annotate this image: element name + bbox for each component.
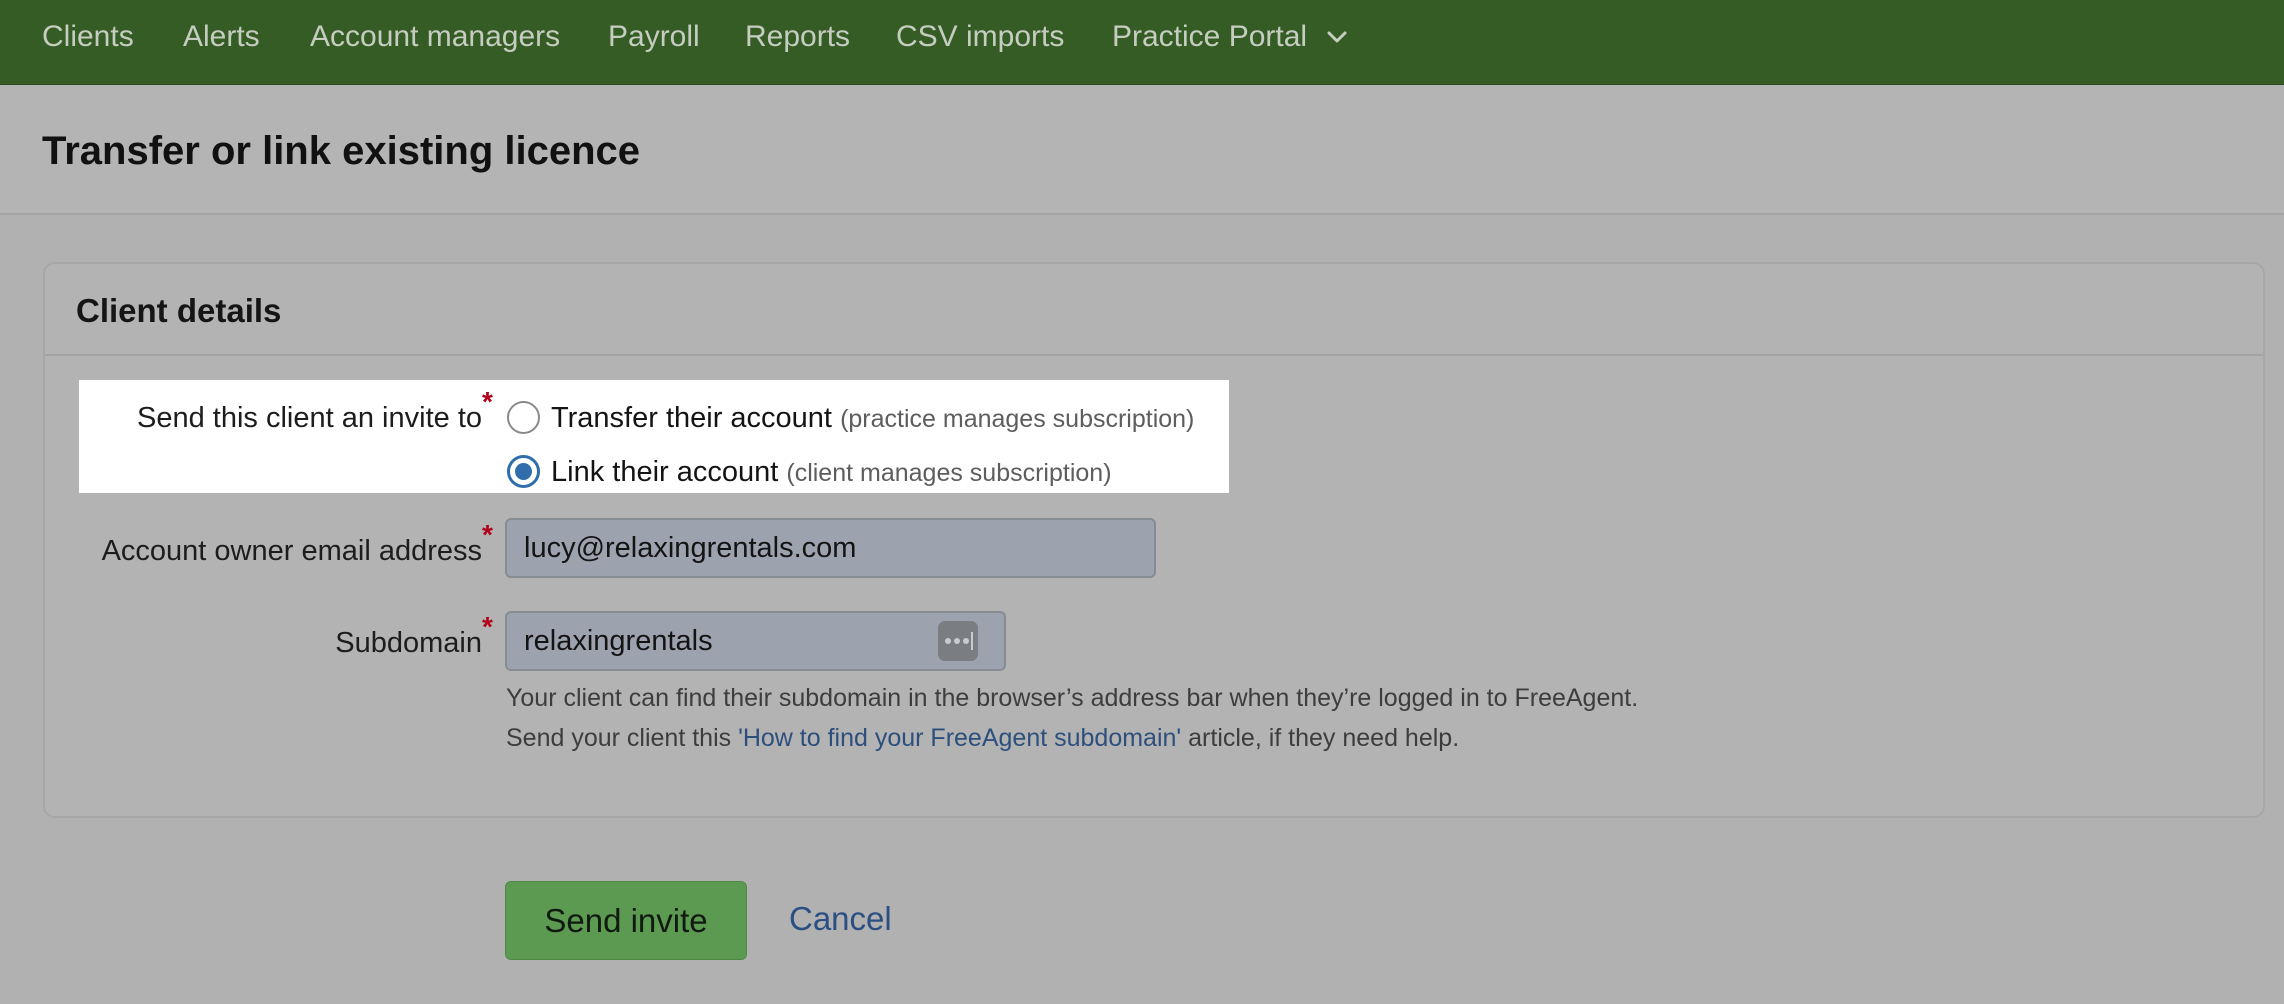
link-account-note: (client manages subscription) (786, 459, 1112, 487)
required-marker: * (482, 386, 493, 417)
required-marker: * (482, 519, 493, 550)
subdomain-help-article: Send your client this 'How to find your … (506, 724, 1459, 753)
page-title: Transfer or link existing licence (42, 129, 641, 173)
link-account-radio[interactable] (507, 455, 540, 488)
subdomain-label: Subdomain (335, 627, 482, 659)
nav-item-alerts[interactable]: Alerts (183, 20, 260, 54)
nav-item-account-managers[interactable]: Account managers (310, 20, 560, 54)
nav-item-clients[interactable]: Clients (42, 20, 134, 54)
email-field[interactable]: lucy@relaxingrentals.com (505, 518, 1156, 578)
help-text-after-link: article, if they need help. (1181, 724, 1460, 752)
send-invite-label: Send invite (544, 901, 708, 939)
subdomain-value: relaxingrentals (524, 624, 713, 657)
transfer-account-note: (practice manages subscription) (840, 405, 1195, 433)
subdomain-help-link[interactable]: 'How to find your FreeAgent subdomain' (738, 724, 1181, 752)
cancel-link[interactable]: Cancel (789, 900, 892, 938)
invite-label: Send this client an invite to (137, 402, 482, 434)
send-invite-button[interactable]: Send invite (505, 881, 747, 960)
transfer-account-label: Transfer their account (551, 402, 832, 434)
top-nav: Clients Alerts Account managers Payroll … (0, 0, 2284, 85)
transfer-account-option[interactable]: Transfer their account (practice manages… (551, 402, 1194, 435)
subdomain-help-text: Your client can find their subdomain in … (506, 684, 1639, 712)
help-text-before-link: Send your client this (506, 724, 739, 752)
link-account-option[interactable]: Link their account (client manages subsc… (551, 456, 1112, 489)
nav-item-reports[interactable]: Reports (745, 20, 850, 54)
card-title: Client details (76, 292, 282, 329)
email-label: Account owner email address (101, 535, 482, 567)
chevron-down-icon[interactable] (1326, 26, 1348, 48)
required-marker: * (482, 611, 493, 642)
transfer-account-radio[interactable] (507, 401, 540, 434)
card-header: Client details (45, 264, 2263, 356)
nav-item-payroll[interactable]: Payroll (608, 20, 700, 54)
nav-item-csv-imports[interactable]: CSV imports (896, 20, 1064, 54)
nav-item-practice-portal[interactable]: Practice Portal (1112, 20, 1307, 54)
email-value: lucy@relaxingrentals.com (524, 531, 857, 564)
password-manager-icon[interactable] (938, 621, 978, 661)
page-header: Transfer or link existing licence (0, 85, 2284, 215)
subdomain-field[interactable]: relaxingrentals (505, 611, 1006, 671)
link-account-label: Link their account (551, 456, 779, 488)
